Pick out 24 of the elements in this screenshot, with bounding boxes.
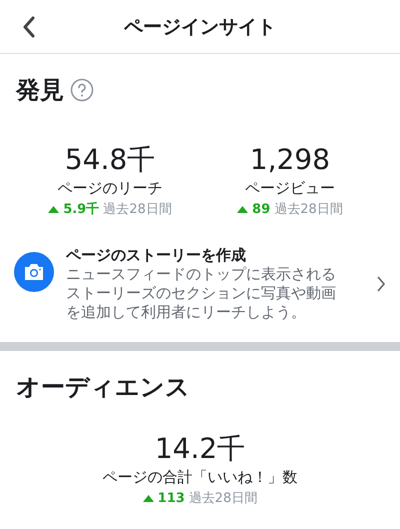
camera-icon [14,252,54,292]
page-title: ページインサイト [124,14,276,40]
period-text: 過去28日間 [188,490,258,507]
metric-label: ページビュー [245,178,335,198]
up-arrow-icon [142,494,154,502]
period-text: 過去28日間 [274,201,343,218]
period-text: 過去28日間 [103,201,172,218]
metric-value: 1,298 [250,144,330,176]
story-title: ページのストーリーを作成 [66,246,247,265]
section-title: オーディエンス [16,372,190,403]
metric-label: ページの合計「いいね！」数 [102,467,298,487]
chevron-right-icon [376,275,386,293]
story-description: ニュースフィードのトップに表示されるストーリーズのセクションに写真や動画を追加して利用者にリーチしよう。 [66,265,337,322]
section-title: 発見 [16,75,64,106]
change-value: 113 [158,490,185,506]
story-card[interactable]: ページのストーリーを作成 ニュースフィードのトップに表示されるストーリーズのセクションに写真や動画を追加して利用者にリーチしよう。 [0,218,400,336]
metric-value: 14.2千 [154,433,246,465]
metric-value: 54.8千 [64,144,156,176]
help-icon[interactable] [70,78,94,102]
change-value: 5.9千 [63,200,100,218]
up-arrow-icon [48,206,60,212]
metric-label: ページのリーチ [58,178,162,198]
up-arrow-icon [237,206,248,212]
change-value: 89 [252,202,270,216]
